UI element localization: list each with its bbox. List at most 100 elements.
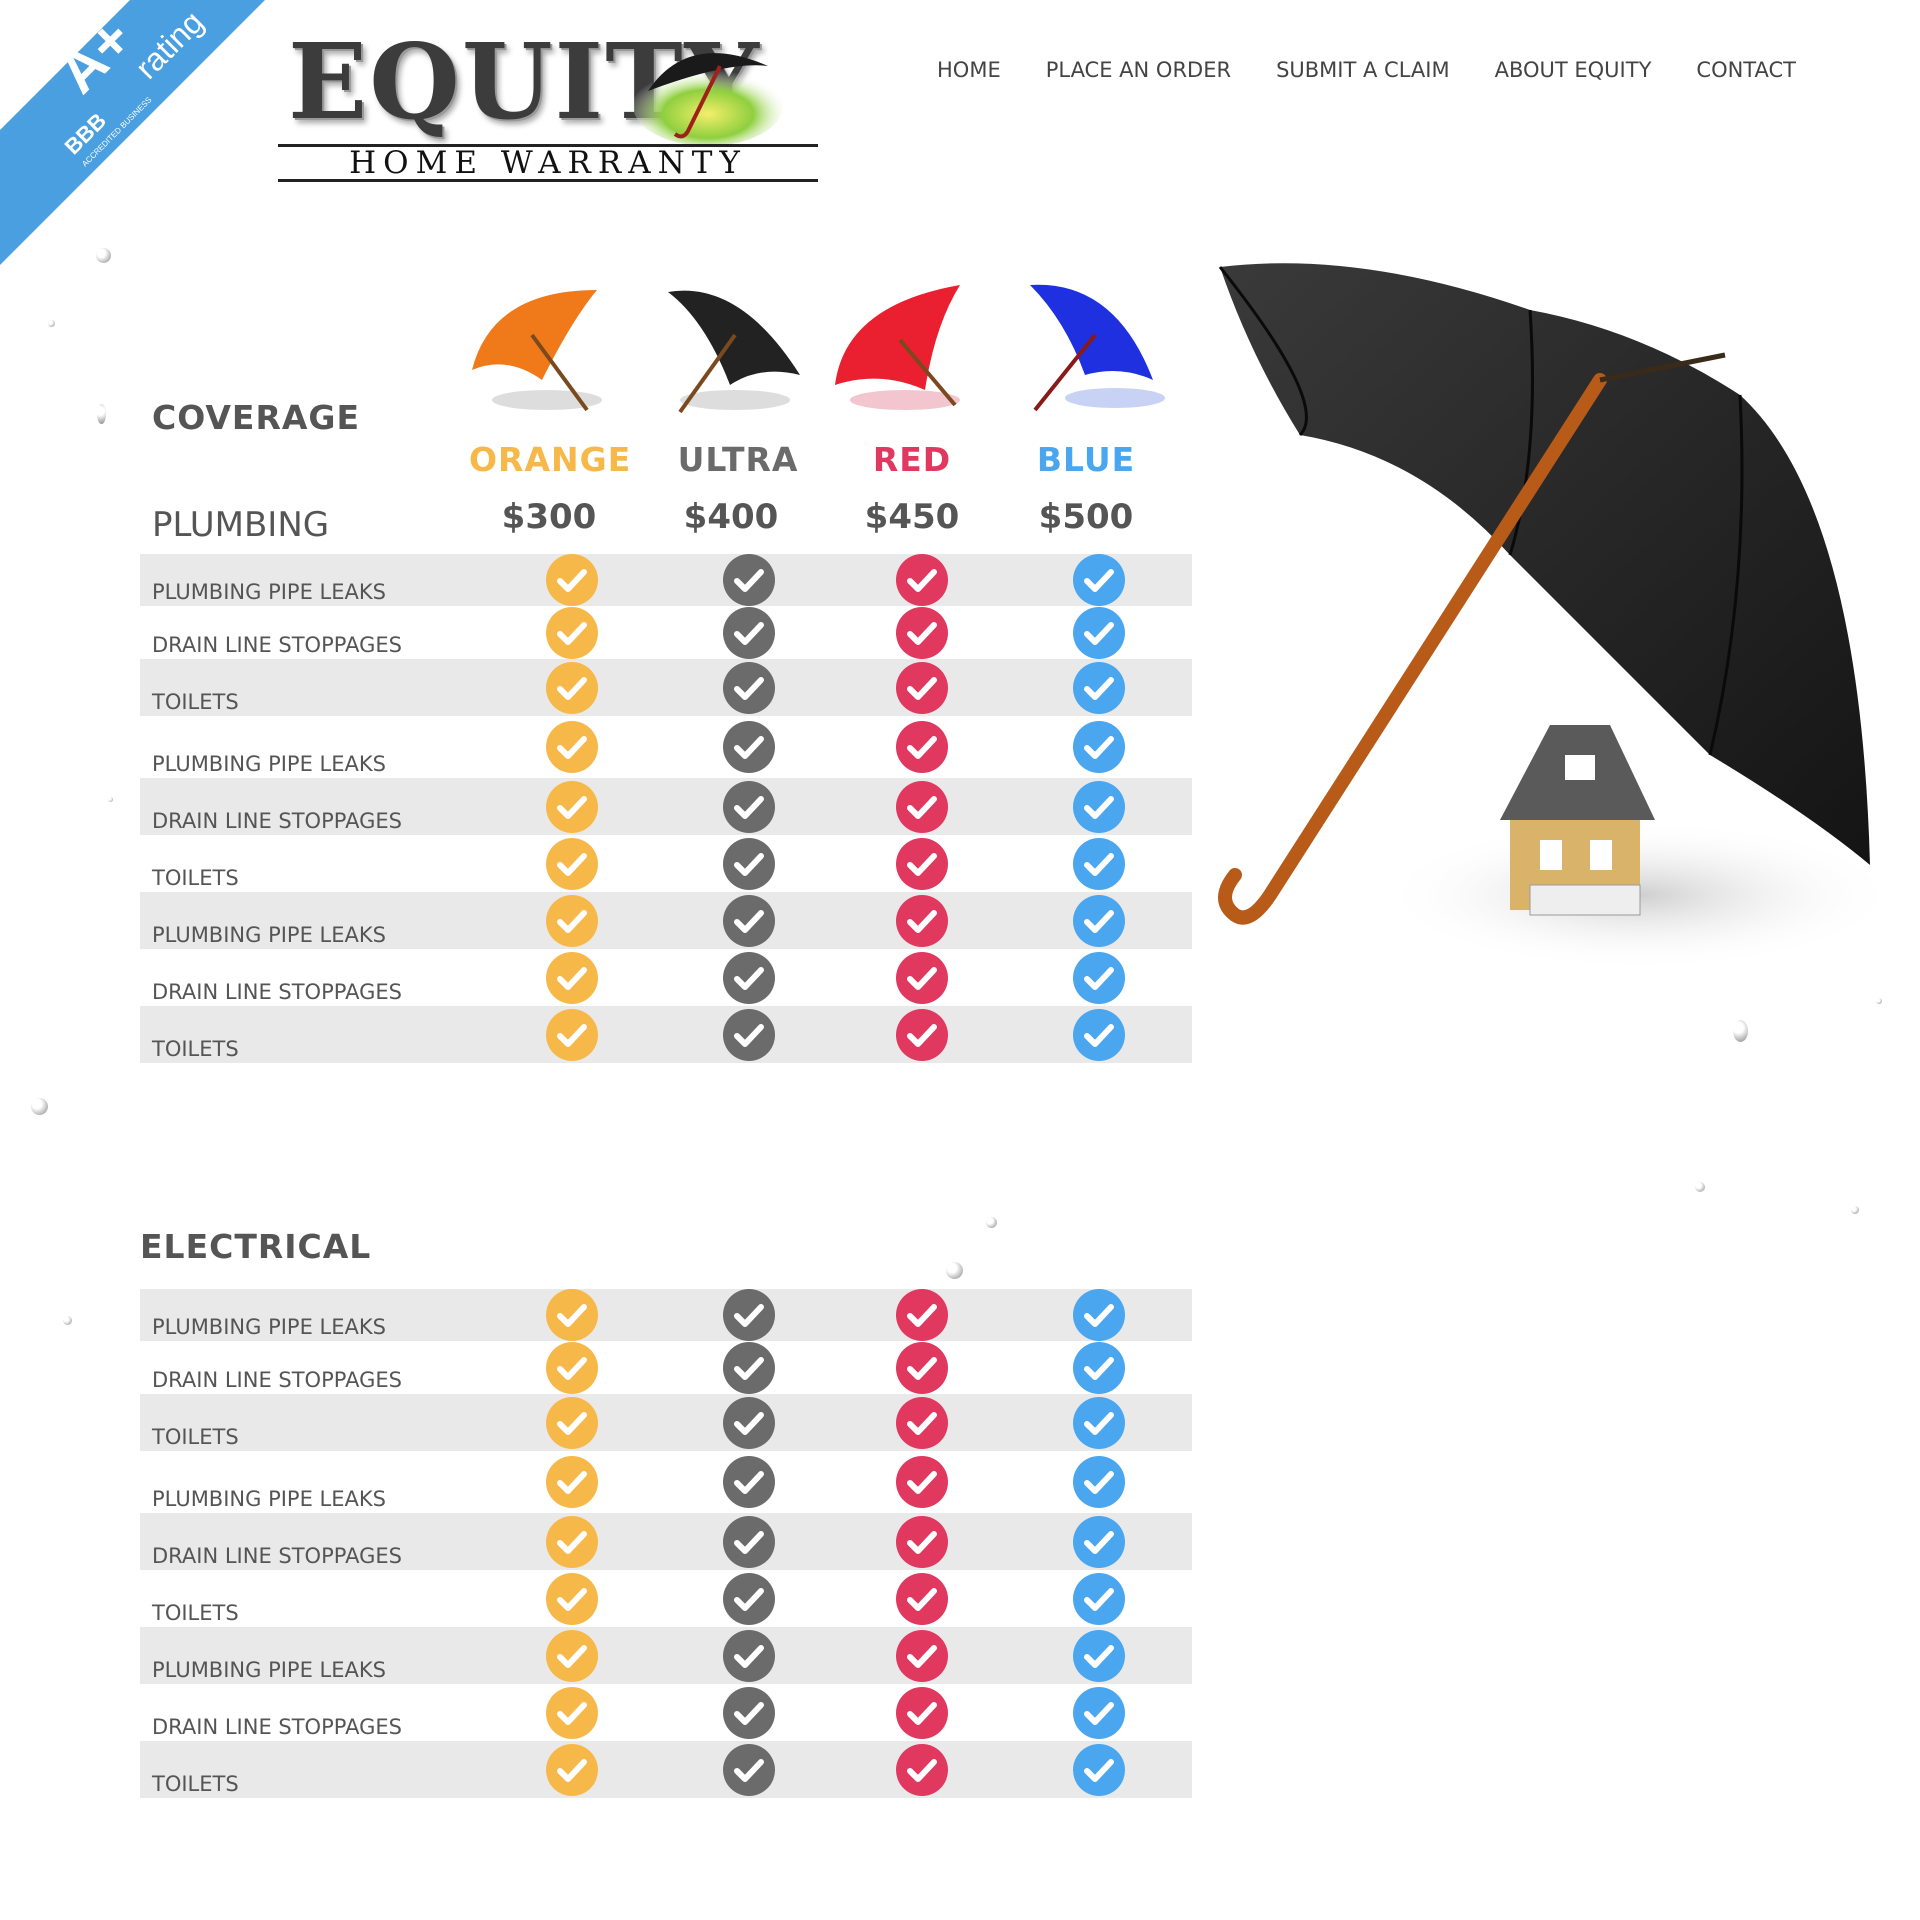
check-icon-ultra [723, 780, 775, 833]
check-icon-ultra [723, 894, 775, 947]
check-icon-blue [1073, 951, 1125, 1004]
check-icon-red [896, 1341, 948, 1394]
nav-contact[interactable]: CONTACT [1696, 58, 1796, 82]
raindrop [1695, 1182, 1705, 1192]
plan-price-red: $450 [864, 497, 960, 537]
check-icon-ultra [723, 721, 775, 773]
check-icon-orange [546, 780, 598, 833]
check-icon-red [896, 894, 948, 947]
check-icon-ultra [723, 1743, 775, 1796]
check-icon-blue [1073, 1289, 1125, 1341]
check-icon-orange [546, 894, 598, 947]
check-icon-ultra [723, 1629, 775, 1682]
check-icon-red [896, 554, 948, 606]
house-icon [1500, 725, 1655, 916]
check-icon-orange [546, 1341, 598, 1394]
table-row: DRAIN LINE STOPPAGES [140, 1684, 1192, 1741]
check-icon-orange [546, 837, 598, 890]
coverage-item-label: TOILETS [152, 690, 239, 714]
check-icon-blue [1073, 894, 1125, 947]
raindrop [48, 320, 55, 327]
nav-submit-claim[interactable]: SUBMIT A CLAIM [1276, 58, 1450, 82]
nav-about-equity[interactable]: ABOUT EQUITY [1495, 58, 1652, 82]
check-icon-red [896, 1572, 948, 1625]
check-icon-red [896, 951, 948, 1004]
check-icon-ultra [723, 606, 775, 659]
check-icon-orange [546, 1572, 598, 1625]
check-icon-red [896, 1456, 948, 1508]
coverage-item-label: DRAIN LINE STOPPAGES [152, 1715, 402, 1739]
check-icon-ultra [723, 837, 775, 890]
raindrop [97, 404, 106, 424]
check-icon-orange [546, 1289, 598, 1341]
check-icon-blue [1073, 1341, 1125, 1394]
main-nav: HOME PLACE AN ORDER SUBMIT A CLAIM ABOUT… [937, 58, 1841, 82]
check-icon-red [896, 1629, 948, 1682]
raindrop [1733, 1020, 1748, 1042]
coverage-item-label: PLUMBING PIPE LEAKS [152, 752, 386, 776]
nav-home[interactable]: HOME [937, 58, 1001, 82]
table-row: PLUMBING PIPE LEAKS [140, 1289, 1192, 1341]
table-row: TOILETS [140, 1570, 1192, 1627]
orange-umbrella-icon [472, 290, 602, 412]
plumbing-subtitle: PLUMBING [152, 505, 330, 545]
plan-price-blue: $500 [1038, 497, 1134, 537]
equity-logo[interactable]: EQUITY HOME WARRANTY [278, 30, 818, 182]
check-icon-red [896, 1743, 948, 1796]
plan-price-ultra: $400 [683, 497, 779, 537]
logo-subtitle: HOME WARRANTY [349, 145, 747, 181]
blue-umbrella-icon [1030, 284, 1165, 412]
check-icon-blue [1073, 780, 1125, 833]
check-icon-orange [546, 721, 598, 773]
check-icon-blue [1073, 1515, 1125, 1568]
check-icon-blue [1073, 1396, 1125, 1449]
check-icon-orange [546, 1515, 598, 1568]
table-row: PLUMBING PIPE LEAKS [140, 892, 1192, 949]
check-icon-orange [546, 1456, 598, 1508]
check-icon-orange [546, 661, 598, 714]
coverage-item-label: DRAIN LINE STOPPAGES [152, 633, 402, 657]
table-row: TOILETS [140, 659, 1192, 716]
plan-name-orange: ORANGE [469, 440, 632, 479]
check-icon-red [896, 721, 948, 773]
nav-place-order[interactable]: PLACE AN ORDER [1046, 58, 1231, 82]
check-icon-red [896, 1686, 948, 1739]
umbrella-house-illustration [1218, 263, 1900, 970]
table-row: PLUMBING PIPE LEAKS [140, 554, 1192, 606]
table-row: PLUMBING PIPE LEAKS [140, 716, 1192, 778]
bbb-rating-badge[interactable]: A+ rating BBB ACCREDITED BUSINESS [0, 0, 265, 265]
check-icon-ultra [723, 661, 775, 714]
coverage-item-label: PLUMBING PIPE LEAKS [152, 1315, 386, 1339]
check-icon-red [896, 606, 948, 659]
coverage-item-label: DRAIN LINE STOPPAGES [152, 809, 402, 833]
electrical-coverage-table: PLUMBING PIPE LEAKS DRAIN LINE STOPPAGES T… [140, 1289, 1192, 1798]
coverage-item-label: TOILETS [152, 1037, 239, 1061]
plumbing-coverage-table: PLUMBING PIPE LEAKS DRAIN LINE STOPPAGES T… [140, 554, 1192, 1063]
check-icon-blue [1073, 837, 1125, 890]
check-icon-orange [546, 1629, 598, 1682]
check-icon-orange [546, 1686, 598, 1739]
check-icon-ultra [723, 951, 775, 1004]
check-icon-blue [1073, 1572, 1125, 1625]
coverage-item-label: TOILETS [152, 1772, 239, 1796]
table-row: TOILETS [140, 835, 1192, 892]
table-row: PLUMBING PIPE LEAKS [140, 1451, 1192, 1513]
check-icon-red [896, 1289, 948, 1341]
plan-price-orange: $300 [501, 497, 597, 537]
check-icon-blue [1073, 1008, 1125, 1061]
raindrop [986, 1217, 997, 1228]
check-icon-orange [546, 606, 598, 659]
coverage-item-label: TOILETS [152, 1601, 239, 1625]
raindrop [31, 1098, 48, 1115]
check-icon-ultra [723, 1341, 775, 1394]
raindrop [946, 1262, 963, 1279]
check-icon-blue [1073, 1456, 1125, 1508]
check-icon-blue [1073, 661, 1125, 714]
table-row: DRAIN LINE STOPPAGES [140, 1513, 1192, 1570]
check-icon-blue [1073, 554, 1125, 606]
check-icon-ultra [723, 1008, 775, 1061]
ultra-umbrella-icon [668, 290, 800, 414]
coverage-item-label: PLUMBING PIPE LEAKS [152, 1658, 386, 1682]
coverage-item-label: PLUMBING PIPE LEAKS [152, 923, 386, 947]
coverage-item-label: PLUMBING PIPE LEAKS [152, 1487, 386, 1511]
